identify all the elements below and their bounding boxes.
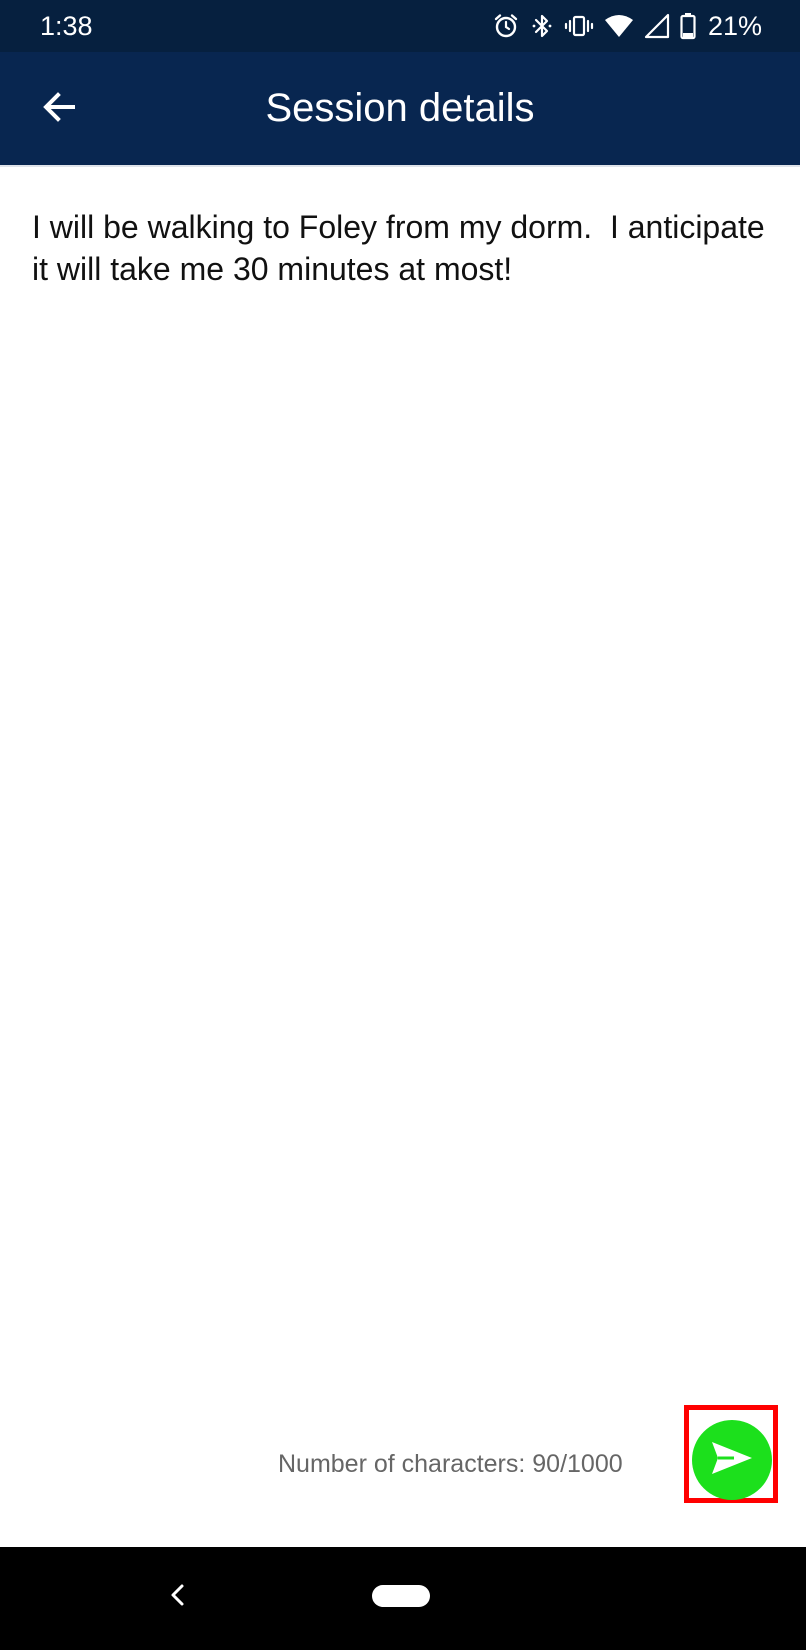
nav-back-button[interactable] xyxy=(160,1579,196,1615)
divider xyxy=(0,165,800,167)
navigation-bar xyxy=(0,1547,806,1650)
app-bar: Session details xyxy=(0,52,800,165)
status-bar: 1:38 21% xyxy=(0,0,800,52)
send-button[interactable] xyxy=(692,1420,772,1500)
page-title: Session details xyxy=(265,86,535,130)
send-icon xyxy=(708,1438,756,1483)
character-count: Number of characters: 90/1000 xyxy=(278,1450,623,1478)
wifi-icon xyxy=(604,13,634,39)
bluetooth-icon xyxy=(530,12,554,40)
status-icons: 21% xyxy=(492,10,762,42)
nav-home-pill[interactable] xyxy=(372,1585,430,1607)
status-time: 1:38 xyxy=(40,11,93,41)
nav-back-icon xyxy=(167,1582,189,1613)
battery-icon xyxy=(680,12,696,40)
session-details-text[interactable]: I will be walking to Foley from my dorm.… xyxy=(32,206,777,290)
alarm-icon xyxy=(492,12,520,40)
screen: 1:38 21% Session details I will be walki… xyxy=(0,0,806,1650)
vibrate-icon xyxy=(564,12,594,40)
cell-signal-icon xyxy=(644,13,670,39)
battery-percentage: 21% xyxy=(707,11,762,41)
